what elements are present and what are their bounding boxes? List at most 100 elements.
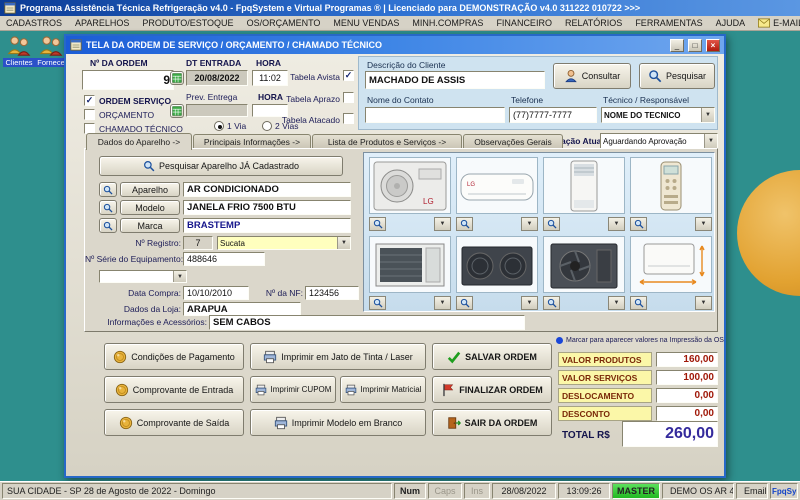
situacao-combo[interactable]: Aguardando Aprovação▼ [600,133,718,149]
photo-8-image[interactable] [630,236,712,293]
marca-button[interactable]: Marca [120,218,180,233]
calendar-button-prev-entrega[interactable] [170,104,184,118]
registro-field[interactable]: 7 [183,236,213,250]
contact-name-field[interactable] [365,107,505,123]
photo-3-dropdown[interactable]: ▼ [608,217,625,231]
photo-5-zoom-button[interactable] [369,296,386,310]
photo-4-dropdown[interactable]: ▼ [695,217,712,231]
valor-produtos-field[interactable]: 160,00 [656,352,718,367]
photo-5-dropdown[interactable]: ▼ [434,296,451,310]
sair-ordem-button[interactable]: SAIR DA ORDEM [432,409,552,436]
photo-2-dropdown[interactable]: ▼ [521,217,538,231]
imprimir-jato-button[interactable]: Imprimir em Jato de Tinta / Laser [250,343,426,370]
menu-ajuda[interactable]: AJUDA [716,18,746,28]
modelo-field[interactable]: JANELA FRIO 7500 BTU [183,200,351,215]
photo-1-dropdown[interactable]: ▼ [434,217,451,231]
salvar-ordem-button[interactable]: SALVAR ORDEM [432,343,552,370]
menu-relatorios[interactable]: RELATÓRIOS [565,18,622,28]
photo-2-zoom-button[interactable] [456,217,473,231]
marca-search-button[interactable] [99,218,117,233]
photo-3-zoom-button[interactable] [543,217,560,231]
situacao-combo-arrow[interactable]: ▼ [704,134,717,148]
condicoes-pagamento-button[interactable]: Condições de Pagamento [104,343,244,370]
imprimir-branco-button[interactable]: Imprimir Modelo em Branco [250,409,426,436]
photo-1-image[interactable]: LG [369,157,451,214]
checkbox-ordem-servico[interactable]: ✓ORDEM SERVIÇO [84,95,171,106]
consultar-button[interactable]: Consultar [553,63,631,89]
tab-dados-aparelho[interactable]: Dados do Aparelho -> [86,133,192,150]
minimize-button[interactable]: _ [670,39,684,52]
equipment-extra-arrow[interactable]: ▼ [173,271,186,282]
dt-entrada-field[interactable]: 20/08/2022 [186,70,248,86]
prev-entrega-field[interactable] [186,104,248,117]
menu-compras[interactable]: MINH.COMPRAS [412,18,483,28]
order-number-field[interactable]: 9 [82,70,174,90]
imprimir-cupom-button[interactable]: Imprimir CUPOM [250,376,336,403]
photo-7-image[interactable] [543,236,625,293]
photo-6-dropdown[interactable]: ▼ [521,296,538,310]
nf-field[interactable]: 123456 [305,286,359,300]
checkbox-tabela-avista[interactable]: ✓ [343,70,354,81]
desktop-icon-fornecedores[interactable]: Fornece [36,35,66,67]
pesquisar-cliente-button[interactable]: Pesquisar [639,63,715,89]
photo-4-image[interactable] [630,157,712,214]
telefone-field[interactable]: (77)7777-7777 [509,107,597,123]
menu-aparelhos[interactable]: APARELHOS [75,18,129,28]
photo-6-zoom-button[interactable] [456,296,473,310]
data-compra-field[interactable]: 10/10/2010 [183,286,249,300]
menu-os-orcamento[interactable]: OS/ORÇAMENTO [247,18,321,28]
deslocamento-field[interactable]: 0,00 [656,388,718,403]
photo-7-dropdown[interactable]: ▼ [608,296,625,310]
marca-field[interactable]: BRASTEMP [183,218,351,233]
aparelho-button[interactable]: Aparelho [120,182,180,197]
menu-ferramentas[interactable]: FERRAMENTAS [635,18,702,28]
comprovante-saida-button[interactable]: Comprovante de Saída [104,409,244,436]
window-titlebar[interactable]: TELA DA ORDEM DE SERVIÇO / ORÇAMENTO / C… [66,36,724,54]
menu-cadastros[interactable]: CADASTROS [6,18,62,28]
photo-6-image[interactable] [456,236,538,293]
photo-5-image[interactable] [369,236,451,293]
aparelho-search-button[interactable] [99,182,117,197]
status-email[interactable]: Email [736,483,768,499]
desktop-icon-clientes[interactable]: Clientes [4,35,34,67]
photo-3-image[interactable] [543,157,625,214]
marcar-valores-option[interactable]: Marcar para aparecer valores na Impressã… [556,337,720,344]
close-button[interactable]: × [706,39,720,52]
calendar-button-entrada[interactable] [170,71,184,85]
checkbox-tabela-atacado[interactable] [343,113,354,124]
valor-servicos-field[interactable]: 100,00 [656,370,718,385]
tab-principais-informacoes[interactable]: Principais Informações -> [193,134,311,149]
modelo-button[interactable]: Modelo [120,200,180,215]
sucata-combo-arrow[interactable]: ▼ [337,237,350,249]
checkbox-tabela-aprazo[interactable] [343,92,354,103]
pesquisar-aparelho-button[interactable]: Pesquisar Aparelho JÁ Cadastrado [99,156,343,176]
aparelho-field[interactable]: AR CONDICIONADO [183,182,351,197]
photo-8-zoom-button[interactable] [630,296,647,310]
tab-observacoes[interactable]: Observações Gerais [463,134,563,149]
menu-vendas[interactable]: MENU VENDAS [333,18,399,28]
equipment-extra-combo[interactable]: ▼ [99,270,187,283]
finalizar-ordem-button[interactable]: FINALIZAR ORDEM [432,376,552,403]
tecnico-combo-arrow[interactable]: ▼ [701,108,714,122]
radio-1-via[interactable]: 1 Via [214,121,246,131]
menu-produto-estoque[interactable]: PRODUTO/ESTOQUE [142,18,233,28]
modelo-search-button[interactable] [99,200,117,215]
info-acessorios-field[interactable]: SEM CABOS [209,315,525,330]
imprimir-matricial-button[interactable]: Imprimir Matricial [340,376,426,403]
client-name-field[interactable]: MACHADO DE ASSIS [365,71,545,89]
tecnico-combo[interactable]: NOME DO TECNICO▼ [601,107,715,123]
tab-lista-produtos[interactable]: Lista de Produtos e Serviços -> [312,134,462,149]
desconto-field[interactable]: 0,00 [656,406,718,421]
photo-1-zoom-button[interactable] [369,217,386,231]
menu-email[interactable]: E-MAIL [758,17,800,29]
maximize-button[interactable]: □ [688,39,702,52]
loja-field[interactable]: ARAPUA [183,302,301,316]
photo-7-zoom-button[interactable] [543,296,560,310]
comprovante-entrada-button[interactable]: Comprovante de Entrada [104,376,244,403]
photo-8-dropdown[interactable]: ▼ [695,296,712,310]
checkbox-orcamento[interactable]: ORÇAMENTO [84,109,154,120]
sucata-combo[interactable]: Sucata▼ [217,236,351,250]
photo-4-zoom-button[interactable] [630,217,647,231]
serie-field[interactable]: 488646 [183,252,265,266]
photo-2-image[interactable]: LG [456,157,538,214]
